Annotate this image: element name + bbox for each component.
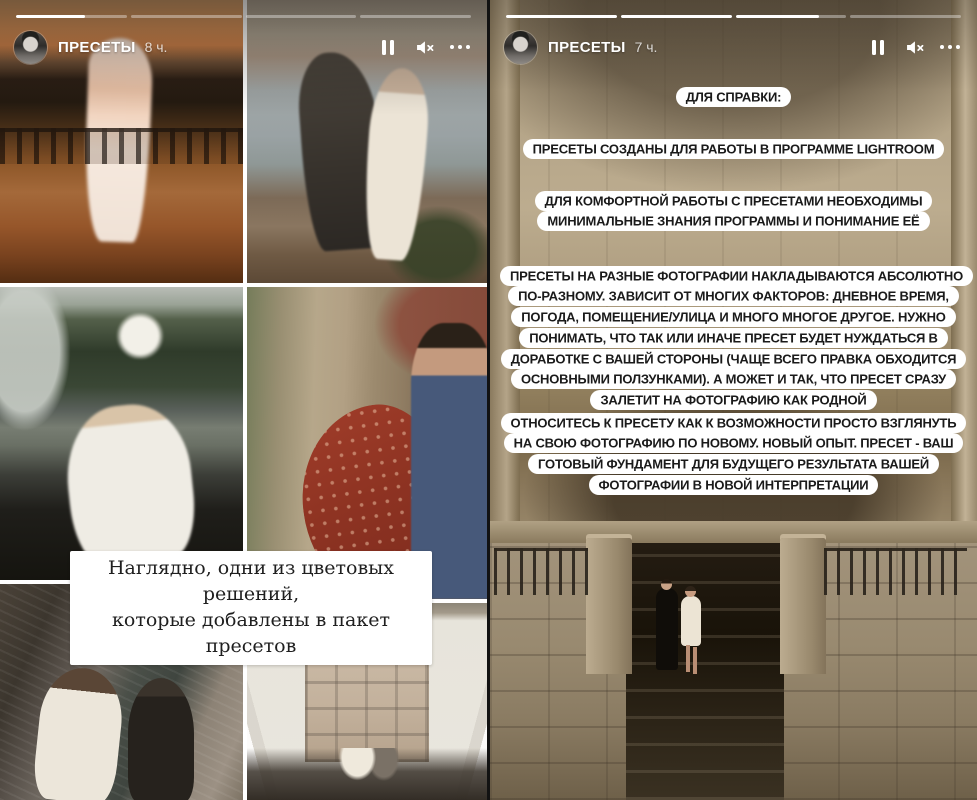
text-pill: ДЛЯ КОМФОРТНОЙ РАБОТЫ С ПРЕСЕТАМИ НЕОБХО… — [535, 191, 933, 232]
progress-segment — [621, 15, 732, 18]
story-panel-right[interactable]: ДЛЯ СПРАВКИ: ПРЕСЕТЫ СОЗДАНЫ ДЛЯ РАБОТЫ … — [490, 0, 977, 800]
text-block-advice: ОТНОСИТЕСЬ К ПРЕСЕТУ КАК К ВОЗМОЖНОСТИ П… — [500, 413, 967, 496]
staircase-opening — [626, 543, 784, 800]
progress-segment — [506, 15, 617, 18]
story-progress-bar — [16, 15, 471, 18]
pause-icon — [382, 40, 395, 55]
stone-pillar-right — [780, 538, 826, 674]
bride-figure — [681, 596, 701, 646]
story-header: ПРЕСЕТЫ 8 ч. — [14, 28, 475, 66]
avatar[interactable] — [504, 31, 537, 64]
text-pill: ПРЕСЕТЫ СОЗДАНЫ ДЛЯ РАБОТЫ В ПРОГРАММЕ L… — [523, 139, 945, 159]
muted-speaker-icon — [904, 37, 925, 58]
pause-icon — [872, 40, 885, 55]
text-pill: ОТНОСИТЕСЬ К ПРЕСЕТУ КАК К ВОЗМОЖНОСТИ П… — [501, 413, 967, 495]
story-timestamp: 8 ч. — [145, 39, 168, 55]
more-options-button[interactable] — [935, 32, 965, 62]
text-block-details: ПРЕСЕТЫ НА РАЗНЫЕ ФОТОГРАФИИ НАКЛАДЫВАЮТ… — [500, 266, 967, 412]
text-block-heading: ДЛЯ СПРАВКИ: — [500, 87, 967, 108]
stone-ledge — [490, 521, 977, 543]
progress-segment — [736, 15, 847, 18]
iron-railing-right — [824, 548, 967, 595]
username-label[interactable]: ПРЕСЕТЫ — [58, 39, 136, 56]
progress-segment — [16, 15, 127, 18]
story-photo-car-bouquet — [0, 287, 243, 580]
stone-pillar-left — [586, 538, 632, 674]
text-pill: ПРЕСЕТЫ НА РАЗНЫЕ ФОТОГРАФИИ НАКЛАДЫВАЮТ… — [500, 266, 973, 411]
pause-button[interactable] — [863, 32, 893, 62]
username-label[interactable]: ПРЕСЕТЫ — [548, 39, 626, 56]
progress-segment — [360, 15, 471, 18]
ellipsis-icon — [940, 45, 961, 50]
progress-segment — [131, 15, 242, 18]
mute-button[interactable] — [409, 32, 439, 62]
progress-segment — [246, 15, 357, 18]
text-pill: ДЛЯ СПРАВКИ: — [676, 87, 792, 107]
muted-speaker-icon — [414, 37, 435, 58]
story-progress-bar — [506, 15, 961, 18]
pause-button[interactable] — [373, 32, 403, 62]
mute-button[interactable] — [899, 32, 929, 62]
story-panel-left[interactable]: Наглядно, одни из цветовых решений, кото… — [0, 0, 487, 800]
avatar[interactable] — [14, 31, 47, 64]
story-caption: Наглядно, одни из цветовых решений, кото… — [70, 551, 432, 665]
progress-segment — [850, 15, 961, 18]
story-timestamp: 7 ч. — [635, 39, 658, 55]
ellipsis-icon — [450, 45, 471, 50]
text-block-lightroom: ПРЕСЕТЫ СОЗДАНЫ ДЛЯ РАБОТЫ В ПРОГРАММЕ L… — [500, 139, 967, 160]
text-block-knowledge: ДЛЯ КОМФОРТНОЙ РАБОТЫ С ПРЕСЕТАМИ НЕОБХО… — [500, 191, 967, 233]
story-header: ПРЕСЕТЫ 7 ч. — [504, 28, 965, 66]
groom-figure — [656, 588, 678, 670]
more-options-button[interactable] — [445, 32, 475, 62]
iron-railing-left — [494, 548, 588, 595]
